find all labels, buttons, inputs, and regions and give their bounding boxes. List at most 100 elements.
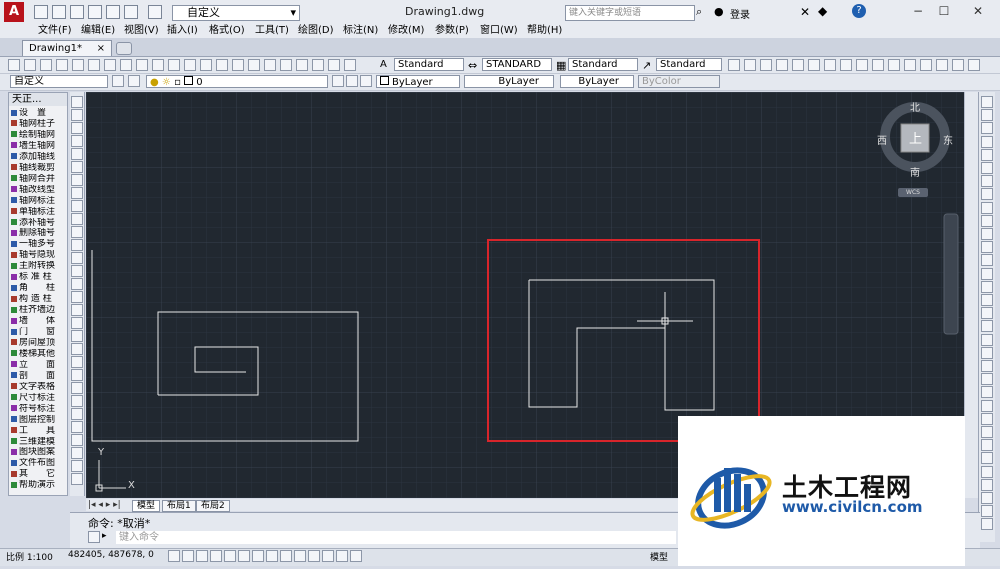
tianzheng-menu-item[interactable]: 构 造 柱 [11, 294, 67, 304]
tianzheng-menu-item[interactable]: 图层控制 [11, 415, 67, 425]
dimension-tool-icon[interactable] [760, 59, 772, 71]
table-style-select[interactable]: Standard [568, 58, 638, 71]
tianzheng-menu-item[interactable]: 主附转换 [11, 261, 67, 271]
draw-tool-icon[interactable] [71, 473, 83, 485]
layer-states-icon[interactable] [360, 75, 372, 87]
modify-tool-icon[interactable] [981, 399, 993, 412]
status-toggle-icon[interactable] [168, 550, 180, 562]
toolbar-tool-icon[interactable] [280, 59, 292, 71]
tianzheng-menu-item[interactable]: 轴号隐现 [11, 250, 67, 260]
toolbar-tool-icon[interactable] [104, 59, 116, 71]
tab-close-icon[interactable]: × [97, 41, 105, 56]
tianzheng-menu-item[interactable]: 单轴标注 [11, 207, 67, 217]
modify-tool-icon[interactable] [981, 228, 993, 240]
toolbar-tool-icon[interactable] [56, 59, 68, 71]
draw-tool-icon[interactable] [71, 239, 83, 251]
tab-layout1[interactable]: 布局1 [162, 500, 196, 512]
new-file-icon[interactable] [34, 5, 48, 19]
navigation-bar[interactable] [943, 213, 959, 335]
menu-tools[interactable]: 工具(T) [255, 24, 289, 38]
draw-tool-icon[interactable] [71, 382, 83, 394]
tianzheng-menu-item[interactable]: 门 窗 [11, 327, 67, 337]
modify-tool-icon[interactable] [981, 478, 993, 491]
dim-style-select[interactable]: STANDARD [482, 58, 552, 71]
maximize-button[interactable]: ☐ [932, 2, 956, 20]
toolbar-tool-icon[interactable] [152, 59, 164, 71]
toolbar-tool-icon[interactable] [88, 59, 100, 71]
undo-icon[interactable] [124, 5, 138, 19]
workspace-select[interactable]: 自定义 ▾ [172, 5, 300, 21]
draw-tool-icon[interactable] [71, 291, 83, 303]
dimension-tool-icon[interactable] [888, 59, 900, 71]
menu-insert[interactable]: 插入(I) [167, 24, 198, 38]
dimension-tool-icon[interactable] [728, 59, 740, 71]
color-select[interactable]: ByLayer [376, 75, 460, 88]
dimension-tool-icon[interactable] [792, 59, 804, 71]
workspace-settings-icon[interactable] [112, 75, 124, 87]
tab-drawing1[interactable]: Drawing1* × [22, 40, 112, 56]
tab-model[interactable]: 模型 [132, 500, 161, 512]
tianzheng-menu-item[interactable]: 立 面 [11, 360, 67, 370]
modify-tool-icon[interactable] [981, 492, 993, 504]
tianzheng-menu-item[interactable]: 尺寸标注 [11, 393, 67, 403]
tab-layout2[interactable]: 布局2 [196, 500, 230, 512]
status-toggle-icon[interactable] [294, 550, 306, 562]
text-style-select[interactable]: Standard [394, 58, 464, 71]
draw-tool-icon[interactable] [71, 421, 83, 433]
compass-south[interactable]: 南 [909, 164, 921, 179]
save-icon[interactable] [70, 5, 84, 19]
toolbar-tool-icon[interactable] [168, 59, 180, 71]
workspace2-select[interactable]: 自定义 [10, 75, 108, 88]
login-link[interactable]: 登录 [730, 6, 750, 21]
modify-tool-icon[interactable] [981, 307, 993, 320]
autocad-logo-icon[interactable]: A [4, 2, 24, 22]
recent-commands-icon[interactable]: ▸ [102, 531, 116, 541]
new-tab-icon[interactable] [116, 42, 132, 55]
minimize-button[interactable]: − [906, 2, 930, 20]
modify-tool-icon[interactable] [981, 320, 993, 333]
help-icon[interactable]: ? [852, 4, 866, 18]
tianzheng-menu-item[interactable]: 轴网标注 [11, 196, 67, 206]
toolbar-tool-icon[interactable] [136, 59, 148, 71]
status-toggle-icon[interactable] [280, 550, 292, 562]
toolbar-tool-icon[interactable] [248, 59, 260, 71]
draw-tool-icon[interactable] [71, 213, 83, 225]
dimension-tool-icon[interactable] [968, 59, 980, 71]
viewcube-top-label[interactable]: 上 [909, 128, 922, 147]
dimension-tool-icon[interactable] [824, 59, 836, 71]
tianzheng-menu-item[interactable]: 帮助演示 [11, 480, 67, 490]
tianzheng-menu-item[interactable]: 楼梯其他 [11, 349, 67, 359]
draw-tool-icon[interactable] [71, 174, 83, 186]
draw-tool-icon[interactable] [71, 408, 83, 420]
status-toggle-icon[interactable] [252, 550, 264, 562]
tianzheng-menu-item[interactable]: 柱齐墙边 [11, 305, 67, 315]
tianzheng-menu-item[interactable]: 添补轴号 [11, 218, 67, 228]
draw-tool-icon[interactable] [71, 226, 83, 238]
status-toggle-icon[interactable] [238, 550, 250, 562]
save-as-icon[interactable] [88, 5, 102, 19]
toolbar-tool-icon[interactable] [344, 59, 356, 71]
dimension-tool-icon[interactable] [856, 59, 868, 71]
compass-west[interactable]: 西 [876, 132, 888, 147]
open-file-icon[interactable] [52, 5, 66, 19]
toolbar-tool-icon[interactable] [8, 59, 20, 71]
tianzheng-menu-item[interactable]: 轴改线型 [11, 185, 67, 195]
tianzheng-menu-item[interactable]: 角 柱 [11, 283, 67, 293]
draw-tool-icon[interactable] [71, 252, 83, 264]
menu-window[interactable]: 窗口(W) [480, 24, 518, 38]
modify-tool-icon[interactable] [981, 109, 993, 122]
modify-tool-icon[interactable] [981, 122, 993, 135]
tianzheng-menu-item[interactable]: 轴网合并 [11, 174, 67, 184]
toolbar-tool-icon[interactable] [200, 59, 212, 71]
tianzheng-menu-item[interactable]: 符号标注 [11, 404, 67, 414]
draw-tool-icon[interactable] [71, 343, 83, 355]
draw-tool-icon[interactable] [71, 122, 83, 134]
modify-tool-icon[interactable] [981, 294, 993, 306]
dimension-tool-icon[interactable] [936, 59, 948, 71]
dimension-tool-icon[interactable] [952, 59, 964, 71]
dimension-tool-icon[interactable] [744, 59, 756, 71]
tianzheng-menu-item[interactable]: 房间屋顶 [11, 338, 67, 348]
tianzheng-menu-item[interactable]: 轴线裁剪 [11, 163, 67, 173]
multileader-style-select[interactable]: Standard [656, 58, 722, 71]
modify-tool-icon[interactable] [981, 518, 993, 531]
